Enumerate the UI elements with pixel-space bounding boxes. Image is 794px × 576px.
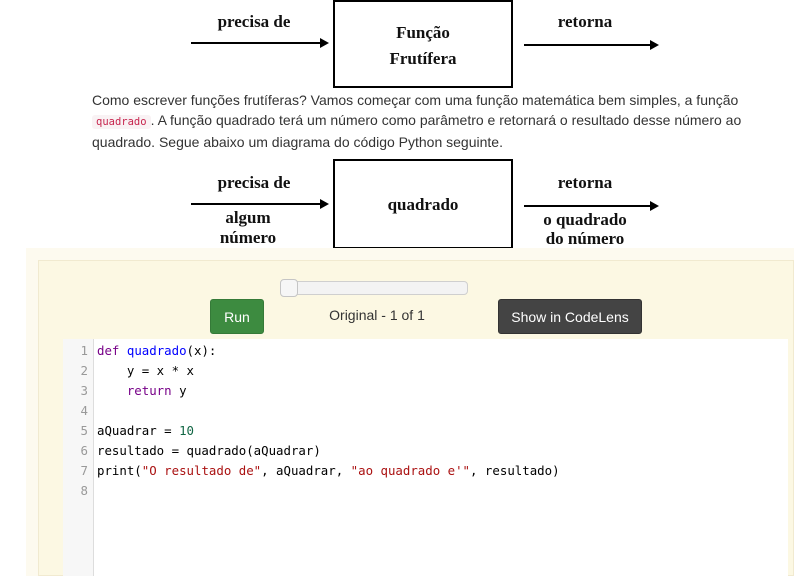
version-position-label: Original - 1 of 1 [329,307,425,323]
diagram2-function-box: quadrado [333,159,513,249]
paragraph-text-2: . A função quadrado terá um número como … [92,112,742,150]
line-number: 8 [80,483,88,498]
diagram1-output-label: retorna [557,12,613,31]
diagram2-output-value-line1: o quadrado [543,210,627,229]
diagram1-output-arrow [524,40,659,50]
line-number: 5 [80,423,88,438]
paragraph-text-1: Como escrever funções frutíferas? Vamos … [92,92,739,108]
line-number: 1 [80,343,88,358]
code-line-7[interactable]: 7 print("O resultado de", aQuadrar, "ao … [63,461,788,481]
code-text: aQuadrar = 10 [97,423,194,438]
code-text: def quadrado(x): [97,343,217,358]
diagram1-box-line2: Frutífera [389,49,457,68]
code-text: resultado = quadrado(aQuadrar) [97,443,321,458]
diagram2-input-value-line1: algum [225,208,271,227]
diagram2-output-label: retorna [557,173,613,192]
diagram2-box-label: quadrado [387,195,459,214]
diagram1-input-label: precisa de [217,12,291,31]
diagram2-output-value-line2: do número [545,229,625,248]
inline-code-quadrado: quadrado [92,115,151,129]
code-line-4[interactable]: 4 [63,401,788,421]
code-line-1[interactable]: 1 def quadrado(x): [63,341,788,361]
code-text: print("O resultado de", aQuadrar, "ao qu… [97,463,560,478]
diagram1-box-line1: Função [396,23,450,42]
run-button[interactable]: Run [210,299,264,334]
code-line-8[interactable]: 8 [63,481,788,501]
code-line-6[interactable]: 6 resultado = quadrado(aQuadrar) [63,441,788,461]
line-number: 6 [80,443,88,458]
history-slider-handle[interactable] [280,279,298,297]
diagram2-input-arrow [191,199,329,209]
diagram2-input-value-line2: número [219,228,277,247]
line-number: 2 [80,363,88,378]
diagram2-output-arrow [524,201,659,211]
diagram1-function-box: Função Frutífera [333,0,513,88]
show-in-codelens-button[interactable]: Show in CodeLens [498,299,642,334]
diagram2-input-label: precisa de [217,173,291,192]
code-line-3[interactable]: 3 return y [63,381,788,401]
code-text: return y [126,383,187,398]
history-slider-track[interactable] [280,281,468,295]
diagram1-input-arrow [191,38,329,48]
line-number: 4 [80,403,88,418]
line-number: 3 [80,383,88,398]
code-line-5[interactable]: 5 aQuadrar = 10 [63,421,788,441]
line-number: 7 [80,463,88,478]
code-text: y = x * x [97,363,194,378]
code-line-2[interactable]: 2 y = x * x [63,361,788,381]
intro-paragraph: Como escrever funções frutíferas? Vamos … [92,90,757,152]
